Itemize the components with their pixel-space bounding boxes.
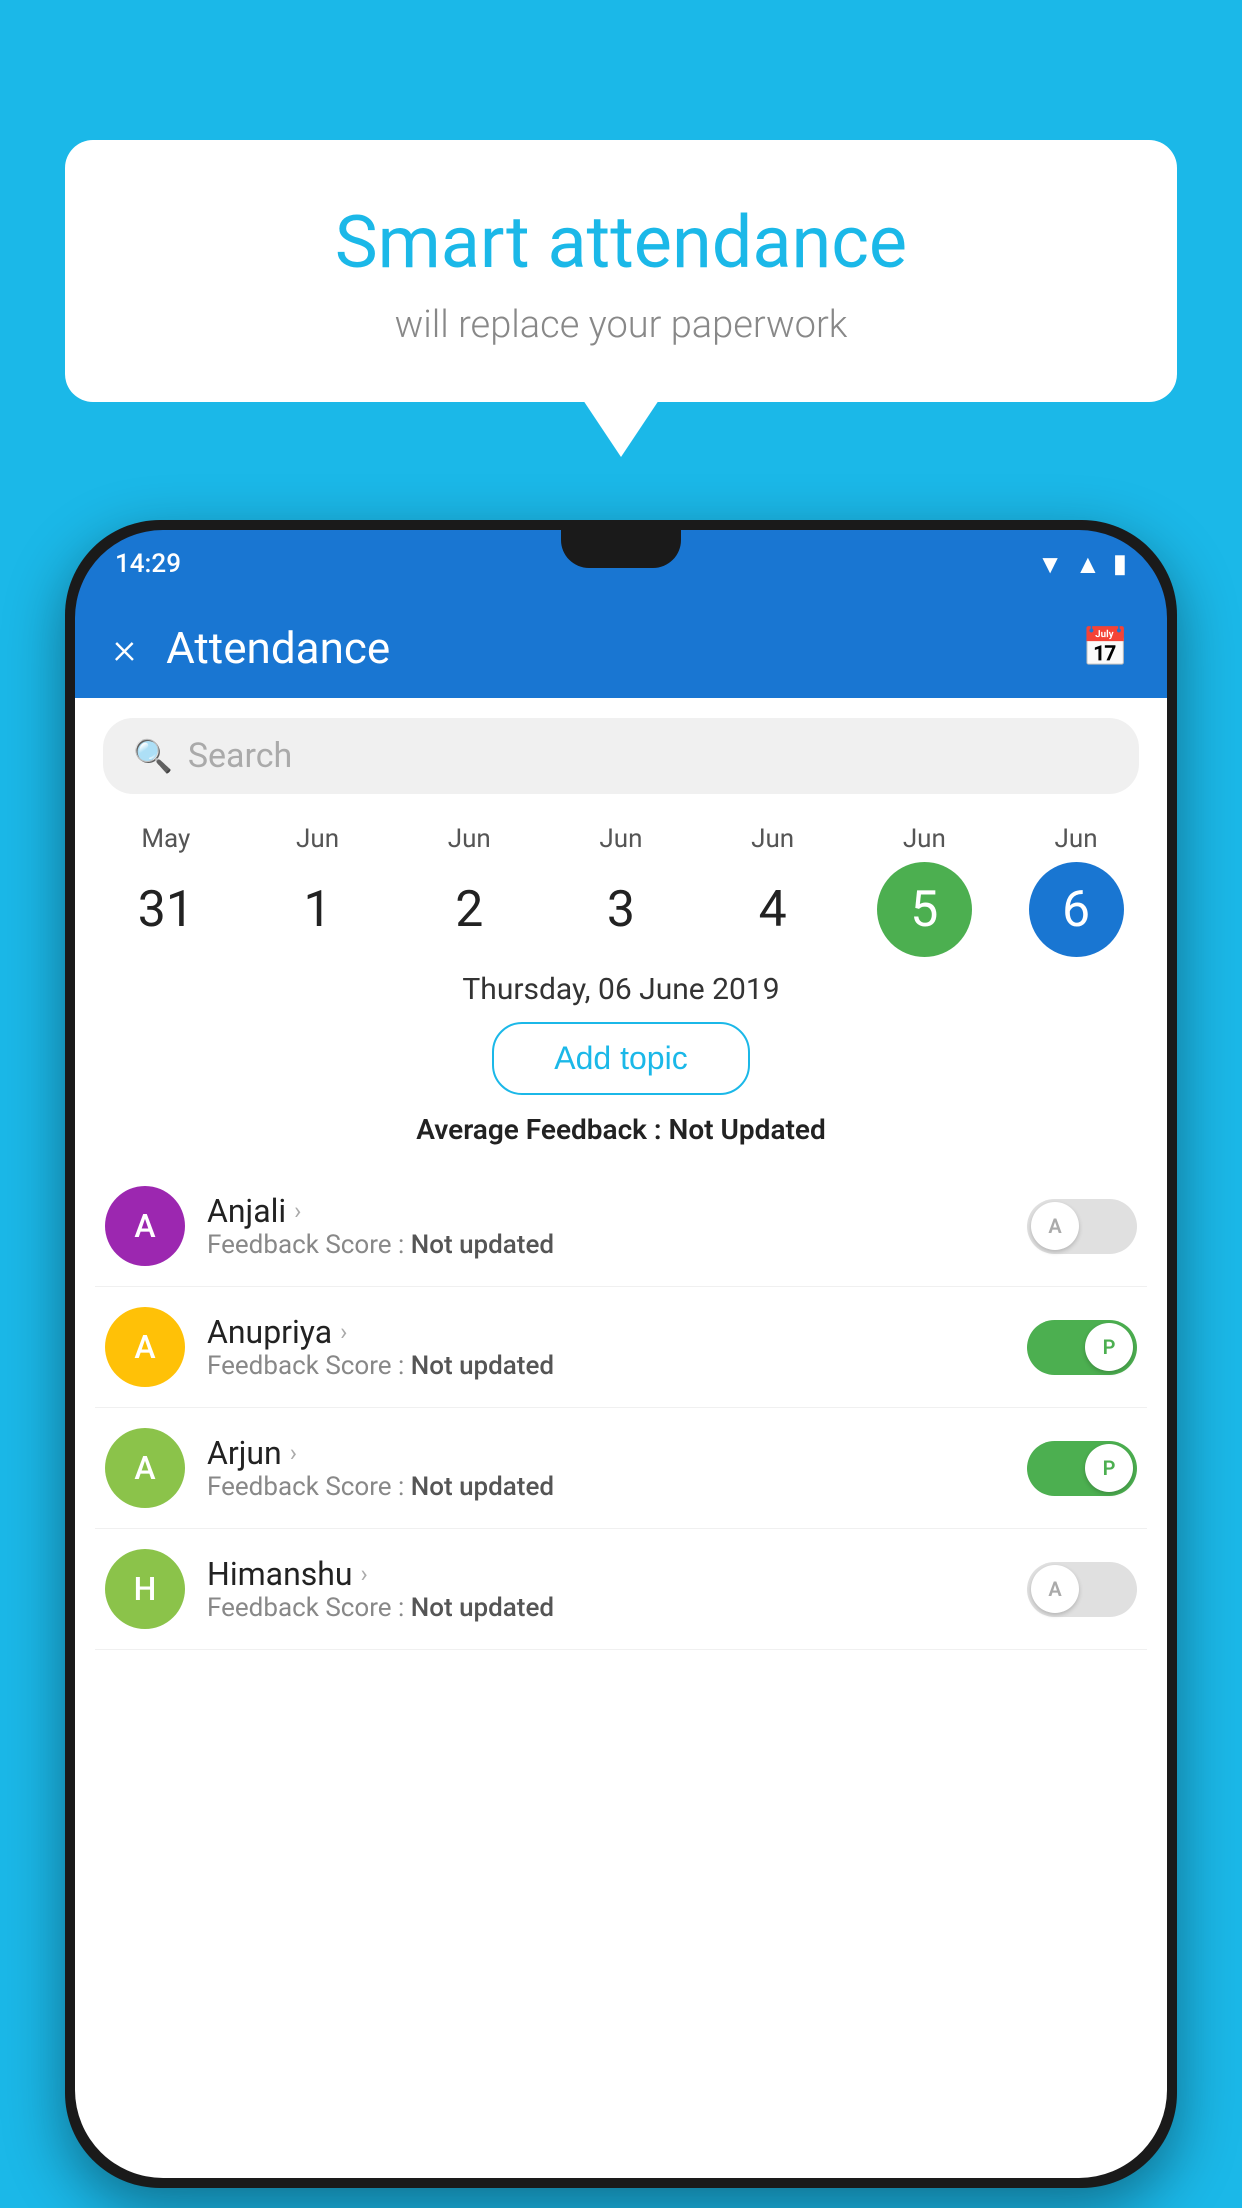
feedback-score: Feedback Score : Not updated [207,1230,1005,1260]
attendance-toggle[interactable]: P [1027,1441,1137,1496]
calendar-day[interactable]: Jun 4 [708,824,838,957]
cal-month-label: Jun [599,824,642,854]
chevron-icon: › [361,1560,368,1588]
student-item[interactable]: A Arjun ›Feedback Score : Not updated P [95,1408,1147,1529]
calendar-day[interactable]: May 31 [101,824,231,957]
toggle-thumb: A [1031,1202,1079,1250]
student-name: Anupriya › [207,1313,1005,1351]
avatar: A [105,1307,185,1387]
cal-date-number[interactable]: 4 [725,862,820,957]
cal-month-label: Jun [296,824,339,854]
phone-frame: 14:29 ▼ ▲ ▮ × Attendance 📅 🔍 Search [65,520,1177,2188]
student-item[interactable]: A Anupriya ›Feedback Score : Not updated P [95,1287,1147,1408]
toggle-thumb: P [1085,1323,1133,1371]
search-placeholder: Search [188,736,292,776]
cal-date-number[interactable]: 6 [1029,862,1124,957]
feedback-score: Feedback Score : Not updated [207,1593,1005,1623]
student-info: Anjali ›Feedback Score : Not updated [207,1192,1005,1260]
screen-content: 🔍 Search May 31 Jun 1 Jun 2 Jun 3 Jun 4 Jun 5 Jun 6 T… [75,698,1167,2178]
calendar-day[interactable]: Jun 6 [1011,824,1141,957]
phone-inner: 14:29 ▼ ▲ ▮ × Attendance 📅 🔍 Search [75,530,1167,2178]
battery-icon: ▮ [1113,549,1127,579]
toggle-thumb: P [1085,1444,1133,1492]
status-time: 14:29 [115,549,181,579]
close-button[interactable]: × [113,622,136,674]
search-icon: 🔍 [133,737,173,775]
student-item[interactable]: H Himanshu ›Feedback Score : Not updated A [95,1529,1147,1650]
calendar-icon[interactable]: 📅 [1082,626,1129,670]
student-name: Anjali › [207,1192,1005,1230]
cal-date-number[interactable]: 3 [573,862,668,957]
avg-feedback-label: Average Feedback : [416,1113,668,1146]
calendar-day[interactable]: Jun 2 [404,824,534,957]
cal-date-number[interactable]: 1 [270,862,365,957]
add-topic-button[interactable]: Add topic [492,1022,749,1095]
cal-date-number[interactable]: 5 [877,862,972,957]
avatar: A [105,1186,185,1266]
app-bar: × Attendance 📅 [75,598,1167,698]
attendance-toggle[interactable]: A [1027,1562,1137,1617]
cal-month-label: Jun [751,824,794,854]
subtext: will replace your paperwork [115,303,1127,347]
student-item[interactable]: A Anjali ›Feedback Score : Not updated A [95,1166,1147,1287]
cal-month-label: May [141,824,190,854]
headline: Smart attendance [115,200,1127,285]
feedback-score: Feedback Score : Not updated [207,1351,1005,1381]
toggle-thumb: A [1031,1565,1079,1613]
cal-month-label: Jun [903,824,946,854]
student-list: AAnjali ›Feedback Score : Not updatedAAA… [75,1166,1167,1650]
phone-notch [561,530,681,568]
chevron-icon: › [290,1439,297,1467]
student-name: Himanshu › [207,1555,1005,1593]
avg-feedback-value: Not Updated [669,1113,826,1146]
search-bar: 🔍 Search [75,698,1167,814]
student-name: Arjun › [207,1434,1005,1472]
wifi-icon: ▼ [1037,549,1063,580]
avatar: H [105,1549,185,1629]
speech-bubble: Smart attendance will replace your paper… [65,140,1177,402]
speech-bubble-container: Smart attendance will replace your paper… [65,140,1177,402]
avg-feedback: Average Feedback : Not Updated [75,1113,1167,1146]
student-info: Anupriya ›Feedback Score : Not updated [207,1313,1005,1381]
student-info: Arjun ›Feedback Score : Not updated [207,1434,1005,1502]
date-display: Thursday, 06 June 2019 [75,962,1167,1022]
chevron-icon: › [340,1318,347,1346]
cal-month-label: Jun [448,824,491,854]
signal-icon: ▲ [1075,549,1101,580]
calendar-day[interactable]: Jun 5 [859,824,989,957]
status-icons: ▼ ▲ ▮ [1037,549,1127,580]
cal-date-number[interactable]: 2 [422,862,517,957]
calendar-day[interactable]: Jun 3 [556,824,686,957]
attendance-toggle[interactable]: A [1027,1199,1137,1254]
student-info: Himanshu ›Feedback Score : Not updated [207,1555,1005,1623]
app-title: Attendance [166,622,1082,674]
cal-month-label: Jun [1055,824,1098,854]
attendance-toggle[interactable]: P [1027,1320,1137,1375]
avatar: A [105,1428,185,1508]
chevron-icon: › [294,1197,301,1225]
calendar-day[interactable]: Jun 1 [253,824,383,957]
search-input-wrap[interactable]: 🔍 Search [103,718,1139,794]
cal-date-number[interactable]: 31 [118,862,213,957]
calendar-strip: May 31 Jun 1 Jun 2 Jun 3 Jun 4 Jun 5 Jun 6 [75,814,1167,962]
feedback-score: Feedback Score : Not updated [207,1472,1005,1502]
